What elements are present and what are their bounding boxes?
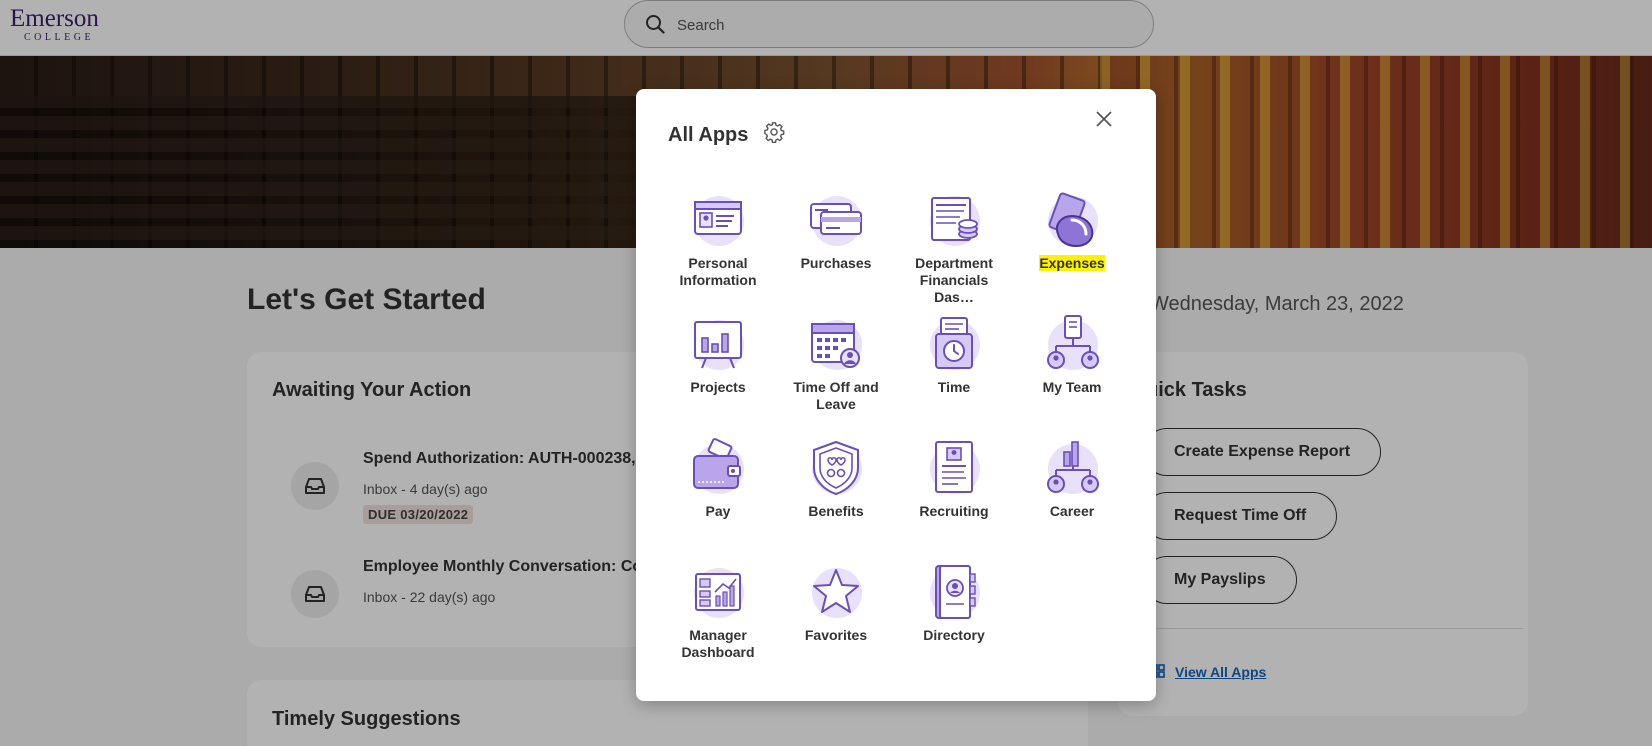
app-manager-dashboard[interactable]: Manager Dashboard — [663, 562, 773, 661]
app-career[interactable]: Career — [1017, 438, 1127, 520]
app-department-financials[interactable]: Department Financials Das… — [899, 190, 1009, 306]
star-icon — [813, 569, 859, 613]
wallet-icon — [693, 438, 741, 489]
app-my-team[interactable]: My Team — [1017, 314, 1127, 396]
app-label: Time Off and Leave — [793, 379, 879, 412]
app-label: My Team — [1042, 379, 1102, 395]
dashboard-chart-icon — [695, 573, 741, 611]
app-label: Projects — [690, 379, 746, 395]
app-label: Personal Information — [679, 255, 757, 288]
credit-cards-icon — [810, 203, 862, 235]
address-book-icon — [935, 565, 976, 619]
app-directory[interactable]: Directory — [899, 562, 1009, 644]
expenses-receipt-icon — [1048, 192, 1094, 248]
team-org-icon — [1047, 315, 1099, 369]
app-pay[interactable]: Pay — [663, 438, 773, 520]
gear-icon[interactable] — [763, 121, 785, 143]
calendar-person-icon — [811, 323, 860, 368]
app-label-highlighted: Expenses — [1017, 255, 1127, 272]
app-label: Career — [1049, 503, 1095, 519]
all-apps-modal: All Apps Personal Information Purchases … — [636, 89, 1156, 701]
shield-heart-icon — [813, 440, 859, 496]
app-benefits[interactable]: Benefits — [781, 438, 891, 520]
close-icon — [1096, 111, 1112, 127]
app-label: Time — [937, 379, 971, 395]
app-label: Recruiting — [919, 503, 989, 519]
modal-title: All Apps — [668, 124, 749, 146]
resume-icon — [935, 441, 973, 493]
app-recruiting[interactable]: Recruiting — [899, 438, 1009, 520]
app-favorites[interactable]: Favorites — [781, 562, 891, 644]
highlighted-text: Expenses — [1039, 255, 1105, 271]
app-time[interactable]: Time — [899, 314, 1009, 396]
presentation-board-icon — [694, 321, 742, 369]
app-label: Purchases — [800, 255, 872, 271]
app-label: Manager Dashboard — [681, 627, 755, 660]
app-time-off-and-leave[interactable]: Time Off and Leave — [781, 314, 891, 413]
app-label: Department Financials Das… — [915, 255, 993, 305]
career-path-icon — [1047, 441, 1099, 493]
app-label: Benefits — [808, 503, 864, 519]
app-label: Favorites — [804, 627, 868, 643]
id-card-icon — [694, 201, 742, 235]
timeclock-icon — [935, 317, 973, 369]
app-personal-information[interactable]: Personal Information — [663, 190, 773, 289]
app-expenses[interactable]: Expenses — [1017, 190, 1127, 272]
app-projects[interactable]: Projects — [663, 314, 773, 396]
app-purchases[interactable]: Purchases — [781, 190, 891, 272]
close-button[interactable] — [1088, 103, 1120, 135]
app-label: Pay — [705, 503, 731, 519]
app-label: Directory — [923, 627, 985, 643]
ledger-coins-icon — [931, 197, 978, 241]
